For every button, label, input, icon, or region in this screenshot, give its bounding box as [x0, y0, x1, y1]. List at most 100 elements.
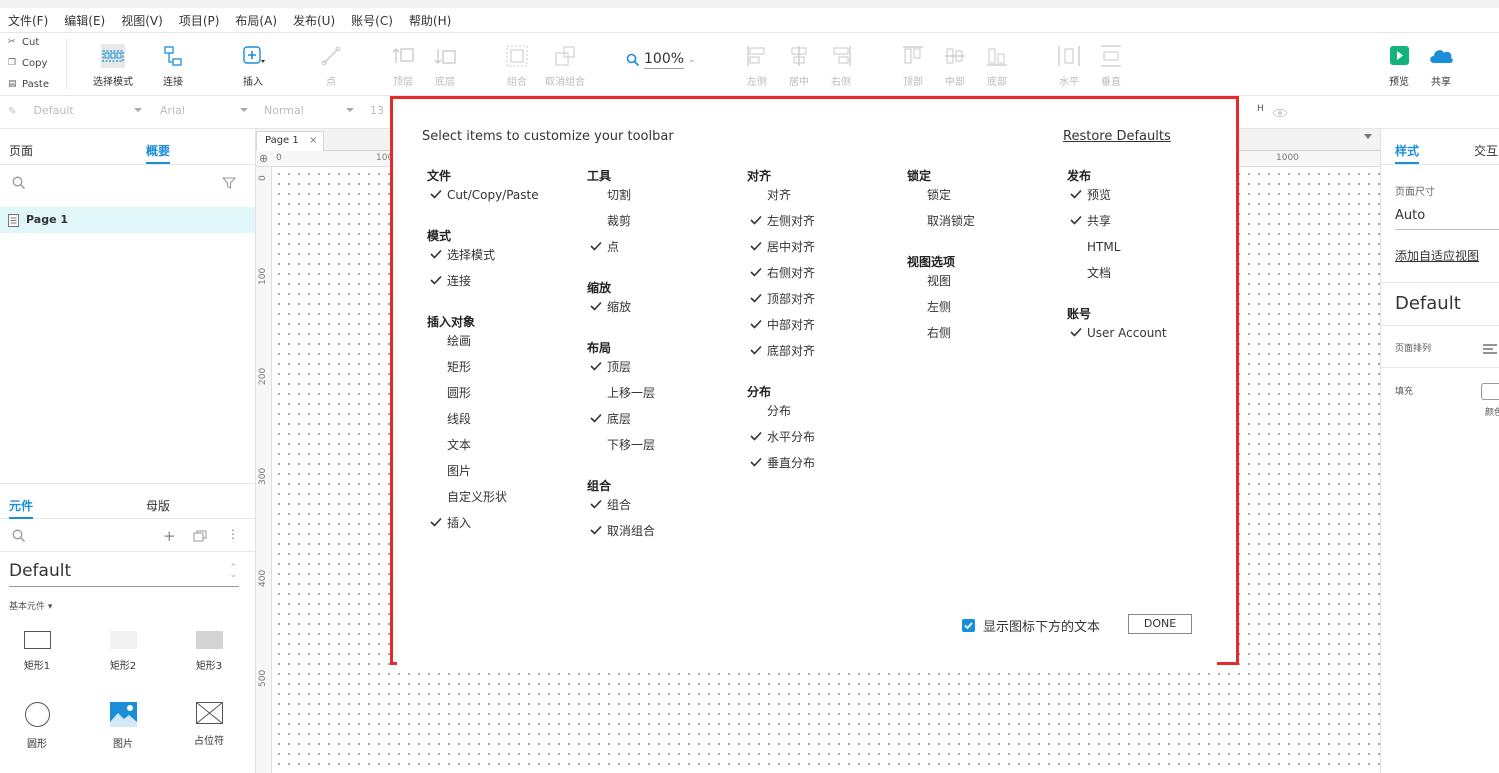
- toolbar-option-item[interactable]: 图片: [427, 463, 587, 489]
- toolbar-option-item[interactable]: 取消组合: [587, 523, 747, 549]
- toolbar-option-item[interactable]: HTML: [1067, 239, 1227, 265]
- tab-masters[interactable]: 母版: [146, 497, 170, 514]
- cut-button[interactable]: ✂ Cut: [8, 37, 39, 48]
- eye-icon[interactable]: [1272, 107, 1288, 118]
- menu-edit[interactable]: 编辑(E): [56, 12, 113, 29]
- close-icon[interactable]: ×: [309, 135, 317, 146]
- align-center-button[interactable]: 居中: [776, 43, 822, 88]
- tab-style[interactable]: 样式: [1395, 142, 1420, 164]
- toolbar-option-item[interactable]: 视图: [907, 273, 1067, 299]
- library-select[interactable]: Default ⌃ ⌄: [9, 561, 239, 587]
- widget-rectangle-3[interactable]: 矩形3: [184, 631, 234, 672]
- menu-view[interactable]: 视图(V): [113, 12, 171, 29]
- toolbar-option-item[interactable]: 连接: [427, 273, 587, 299]
- align-top-button[interactable]: 顶部: [890, 43, 936, 88]
- toolbar-option-item[interactable]: 垂直分布: [747, 455, 907, 481]
- restore-defaults-link[interactable]: Restore Defaults: [1063, 129, 1171, 144]
- toolbar-option-item[interactable]: 线段: [427, 411, 587, 437]
- toolbar-option-item[interactable]: 顶层: [587, 359, 747, 385]
- align-left-text-icon[interactable]: [1483, 344, 1497, 354]
- toolbar-option-item[interactable]: 底部对齐: [747, 343, 907, 369]
- style-select[interactable]: ✎ Default: [8, 104, 142, 117]
- menu-help[interactable]: 帮助(H): [401, 12, 459, 29]
- library-section-header[interactable]: 基本元件 ▾: [9, 599, 52, 612]
- tab-outline[interactable]: 概要: [146, 142, 171, 164]
- toolbar-option-item[interactable]: 对齐: [747, 187, 907, 213]
- page-size-select[interactable]: Auto: [1395, 208, 1499, 230]
- menu-project[interactable]: 项目(P): [171, 12, 228, 29]
- tab-interaction[interactable]: 交互: [1474, 142, 1498, 159]
- menu-layout[interactable]: 布局(A): [227, 12, 285, 29]
- page-tab[interactable]: Page 1 ×: [256, 131, 324, 151]
- align-bottom-button[interactable]: 底部: [974, 43, 1020, 88]
- align-middle-button[interactable]: 中部: [932, 43, 978, 88]
- widget-rectangle-1[interactable]: 矩形1: [12, 631, 62, 672]
- widget-placeholder[interactable]: 占位符: [184, 702, 234, 747]
- tab-pages[interactable]: 页面: [9, 142, 33, 159]
- top-layer-button[interactable]: 顶层: [380, 43, 426, 88]
- toolbar-option-item[interactable]: 裁剪: [587, 213, 747, 239]
- toolbar-option-item[interactable]: 顶部对齐: [747, 291, 907, 317]
- align-left-button[interactable]: 左侧: [734, 43, 780, 88]
- toolbar-option-item[interactable]: 缩放: [587, 299, 747, 325]
- bottom-layer-button[interactable]: 底层: [422, 43, 468, 88]
- library-copy-icon[interactable]: [193, 530, 207, 542]
- widget-rectangle-2[interactable]: 矩形2: [98, 631, 148, 672]
- toolbar-option-item[interactable]: 右侧: [907, 325, 1067, 351]
- toolbar-option-item[interactable]: 自定义形状: [427, 489, 587, 515]
- widget-image[interactable]: 图片: [98, 702, 148, 750]
- font-select[interactable]: Arial: [160, 104, 248, 117]
- select-mode-button[interactable]: 选择模式: [90, 43, 136, 88]
- done-button[interactable]: DONE: [1128, 614, 1192, 634]
- toolbar-option-item[interactable]: 矩形: [427, 359, 587, 385]
- distribute-vertical-button[interactable]: 垂直: [1088, 43, 1134, 88]
- toolbar-option-item[interactable]: 插入: [427, 515, 587, 541]
- show-text-toggle[interactable]: 显示图标下方的文本: [962, 616, 1100, 635]
- weight-select[interactable]: Normal: [264, 104, 354, 117]
- toolbar-option-item[interactable]: 右侧对齐: [747, 265, 907, 291]
- copy-button[interactable]: ❐ Copy: [8, 58, 47, 69]
- toolbar-option-item[interactable]: 锁定: [907, 187, 1067, 213]
- toolbar-option-item[interactable]: 分布: [747, 403, 907, 429]
- paste-button[interactable]: ▤ Paste: [8, 79, 49, 90]
- toolbar-option-item[interactable]: 选择模式: [427, 247, 587, 273]
- toolbar-option-item[interactable]: 组合: [587, 497, 747, 523]
- toolbar-option-item[interactable]: 左侧对齐: [747, 213, 907, 239]
- toolbar-option-item[interactable]: 下移一层: [587, 437, 747, 463]
- insert-button[interactable]: 插入: [230, 43, 276, 88]
- distribute-horizontal-button[interactable]: 水平: [1046, 43, 1092, 88]
- toolbar-option-item[interactable]: 圆形: [427, 385, 587, 411]
- toolbar-option-item[interactable]: 绘画: [427, 333, 587, 359]
- connect-button[interactable]: 连接: [150, 43, 196, 88]
- fill-color-swatch[interactable]: [1481, 383, 1499, 400]
- page-tree-item[interactable]: Page 1: [0, 207, 255, 233]
- toolbar-option-item[interactable]: 取消锁定: [907, 213, 1067, 239]
- toolbar-option-item[interactable]: 底层: [587, 411, 747, 437]
- toolbar-option-item[interactable]: 上移一层: [587, 385, 747, 411]
- preview-button[interactable]: 预览: [1376, 43, 1422, 88]
- show-text-checkbox[interactable]: [962, 619, 975, 632]
- search-icon[interactable]: [12, 176, 26, 190]
- point-button[interactable]: 点: [308, 43, 354, 88]
- menu-file[interactable]: 文件(F): [0, 12, 56, 29]
- ungroup-button[interactable]: 取消组合: [542, 43, 588, 88]
- group-button[interactable]: 组合: [494, 43, 540, 88]
- toolbar-option-item[interactable]: 水平分布: [747, 429, 907, 455]
- font-size-select[interactable]: 13: [370, 104, 390, 117]
- toolbar-option-item[interactable]: 文档: [1067, 265, 1227, 291]
- toolbar-option-item[interactable]: Cut/Copy/Paste: [427, 187, 587, 213]
- toolbar-option-item[interactable]: 切割: [587, 187, 747, 213]
- toolbar-option-item[interactable]: 居中对齐: [747, 239, 907, 265]
- search-icon[interactable]: [12, 529, 26, 543]
- zoom-control[interactable]: 100% ⌄: [626, 51, 696, 69]
- align-right-button[interactable]: 右侧: [818, 43, 864, 88]
- tab-widgets[interactable]: 元件: [9, 497, 34, 519]
- widget-circle[interactable]: 圆形: [12, 702, 62, 750]
- menu-publish[interactable]: 发布(U): [285, 12, 343, 29]
- toolbar-option-item[interactable]: 中部对齐: [747, 317, 907, 343]
- add-adaptive-view-link[interactable]: 添加自适应视图: [1395, 247, 1479, 264]
- share-button[interactable]: 共享: [1418, 43, 1464, 88]
- toolbar-option-item[interactable]: 点: [587, 239, 747, 265]
- toolbar-option-item[interactable]: 左侧: [907, 299, 1067, 325]
- tab-list-chevron-icon[interactable]: [1364, 134, 1372, 139]
